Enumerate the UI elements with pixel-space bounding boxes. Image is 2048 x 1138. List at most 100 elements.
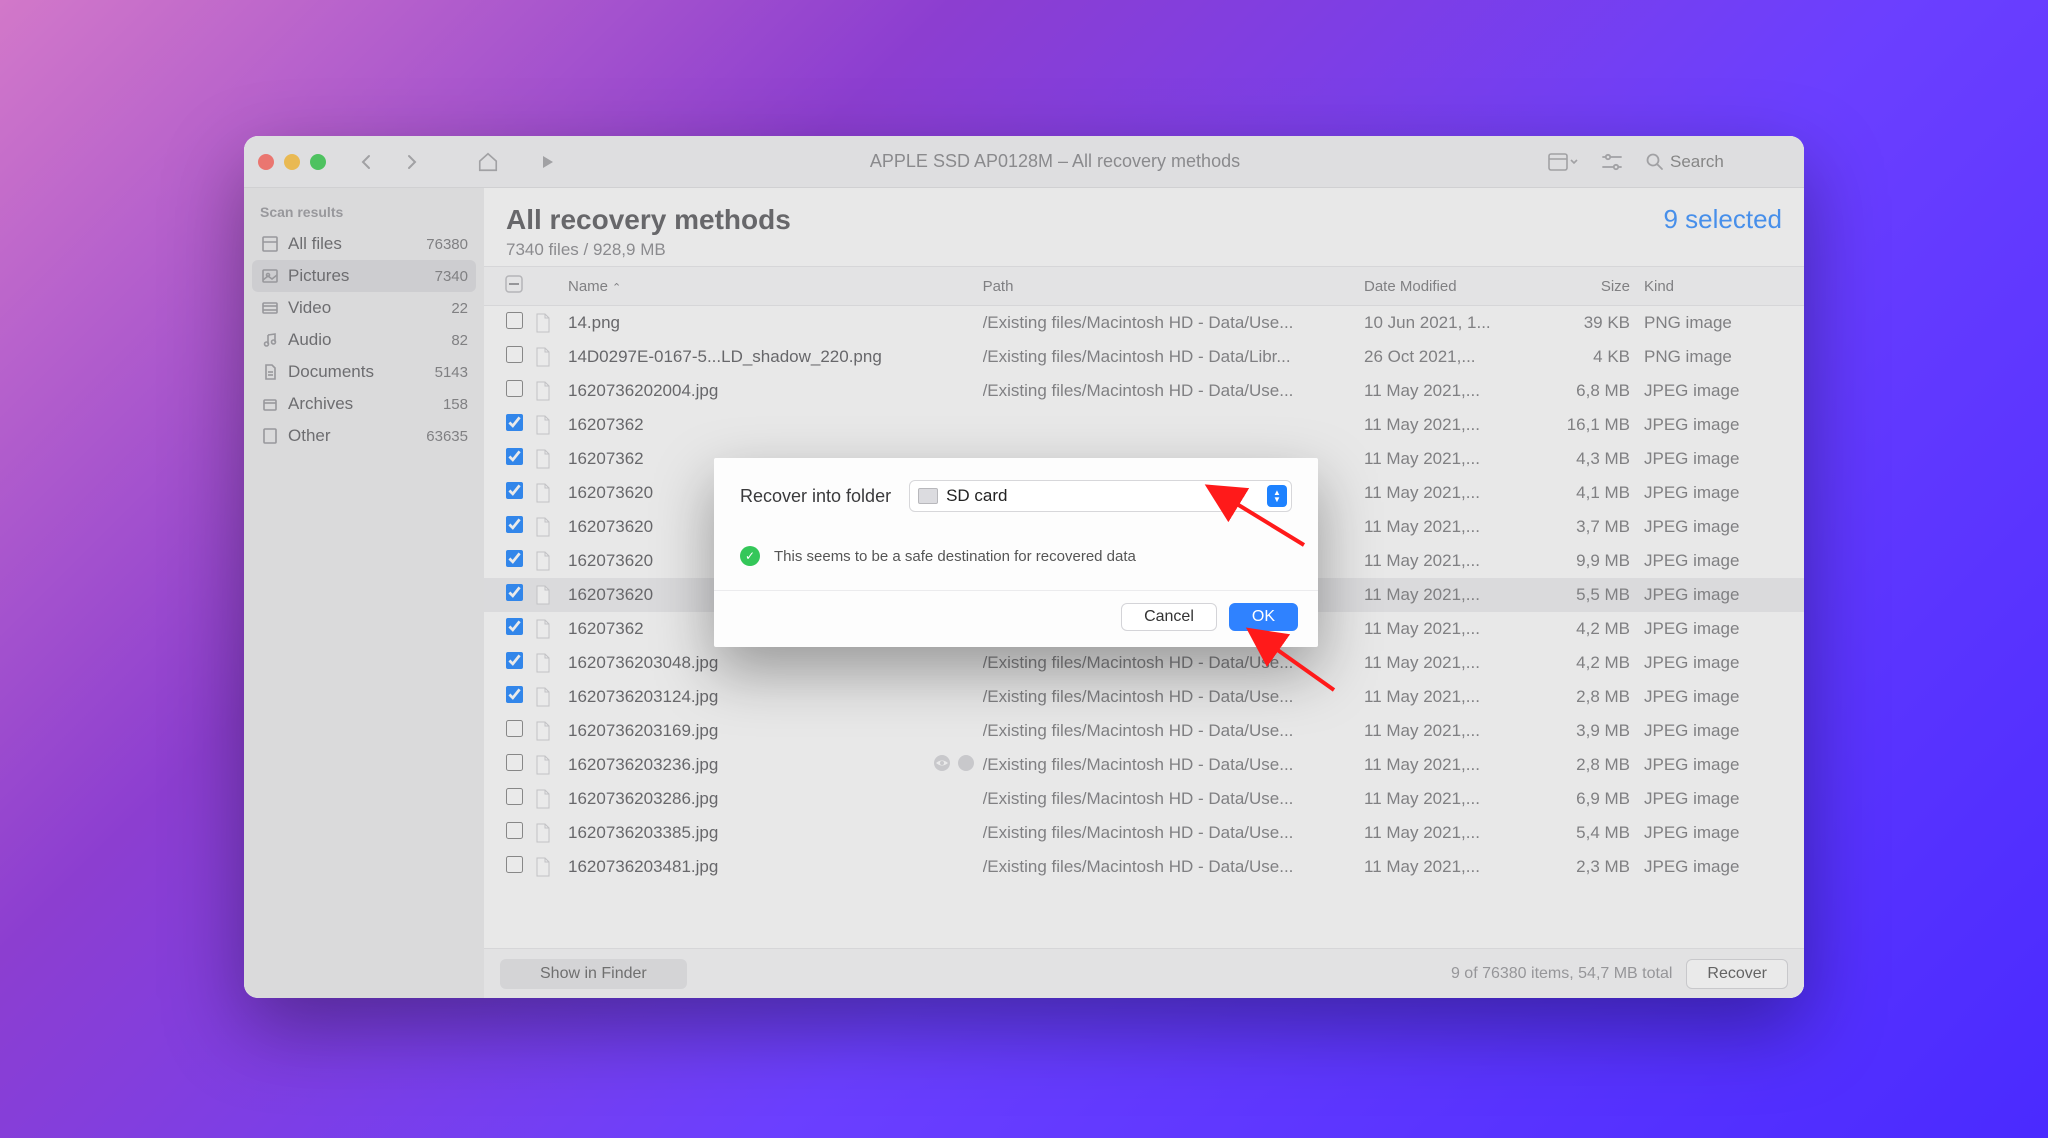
row-checkbox[interactable] <box>506 380 523 397</box>
ok-button[interactable]: OK <box>1229 603 1298 631</box>
search-field[interactable] <box>1646 152 1790 172</box>
file-size: 16,1 MB <box>1534 415 1644 435</box>
file-path: /Existing files/Macintosh HD - Data/Use.… <box>983 789 1364 809</box>
settings-icon[interactable] <box>1596 146 1628 178</box>
other-icon <box>260 426 280 446</box>
table-row[interactable]: 14.png /Existing files/Macintosh HD - Da… <box>484 306 1804 340</box>
info-icon[interactable] <box>957 754 975 777</box>
row-checkbox[interactable] <box>506 856 523 873</box>
file-size: 9,9 MB <box>1534 551 1644 571</box>
sidebar-item-label: All files <box>288 234 342 254</box>
row-checkbox[interactable] <box>506 516 523 533</box>
column-size[interactable]: Size <box>1534 278 1644 295</box>
file-icon <box>534 347 564 367</box>
select-all-checkbox[interactable] <box>494 275 534 297</box>
view-mode-dropdown[interactable] <box>1546 146 1578 178</box>
table-row[interactable]: 1620736203169.jpg /Existing files/Macint… <box>484 714 1804 748</box>
search-input[interactable] <box>1670 152 1790 172</box>
home-icon[interactable] <box>472 146 504 178</box>
file-kind: JPEG image <box>1644 415 1794 435</box>
table-row[interactable]: 14D0297E-0167-5...LD_shadow_220.png /Exi… <box>484 340 1804 374</box>
destination-value: SD card <box>946 486 1007 506</box>
sidebar-item-label: Pictures <box>288 266 349 286</box>
sidebar-item-audio[interactable]: Audio 82 <box>252 324 476 356</box>
file-date: 11 May 2021,... <box>1364 721 1534 741</box>
column-kind[interactable]: Kind <box>1644 278 1794 295</box>
file-size: 3,9 MB <box>1534 721 1644 741</box>
row-checkbox[interactable] <box>506 584 523 601</box>
back-button[interactable] <box>350 146 382 178</box>
file-kind: JPEG image <box>1644 653 1794 673</box>
sidebar-item-count: 82 <box>451 332 468 349</box>
row-checkbox[interactable] <box>506 720 523 737</box>
show-in-finder-button[interactable]: Show in Finder <box>500 959 687 989</box>
file-path: /Existing files/Macintosh HD - Data/Libr… <box>983 347 1364 367</box>
column-path[interactable]: Path <box>983 278 1364 295</box>
sidebar-item-other[interactable]: Other 63635 <box>252 420 476 452</box>
row-checkbox[interactable] <box>506 482 523 499</box>
sidebar-item-count: 7340 <box>435 268 468 285</box>
file-kind: JPEG image <box>1644 449 1794 469</box>
file-icon <box>534 585 564 605</box>
selected-count[interactable]: 9 selected <box>1663 204 1782 235</box>
row-checkbox[interactable] <box>506 686 523 703</box>
minimize-window-icon[interactable] <box>284 154 300 170</box>
row-checkbox[interactable] <box>506 788 523 805</box>
sidebar-item-archives[interactable]: Archives 158 <box>252 388 476 420</box>
table-row[interactable]: 1620736202004.jpg /Existing files/Macint… <box>484 374 1804 408</box>
cancel-button[interactable]: Cancel <box>1121 603 1217 631</box>
preview-icon[interactable] <box>933 754 951 777</box>
file-date: 11 May 2021,... <box>1364 381 1534 401</box>
table-row[interactable]: 1620736203236.jpg /Existing files/Macint… <box>484 748 1804 782</box>
file-icon <box>534 517 564 537</box>
file-kind: JPEG image <box>1644 381 1794 401</box>
file-icon <box>534 449 564 469</box>
files-icon <box>260 234 280 254</box>
column-name[interactable]: Name⌃ <box>564 278 983 295</box>
file-kind: JPEG image <box>1644 823 1794 843</box>
sidebar-item-video[interactable]: Video 22 <box>252 292 476 324</box>
file-date: 10 Jun 2021, 1... <box>1364 313 1534 333</box>
close-window-icon[interactable] <box>258 154 274 170</box>
sidebar-item-label: Audio <box>288 330 331 350</box>
file-kind: JPEG image <box>1644 721 1794 741</box>
row-checkbox[interactable] <box>506 822 523 839</box>
table-row[interactable]: 1620736203385.jpg /Existing files/Macint… <box>484 816 1804 850</box>
file-date: 26 Oct 2021,... <box>1364 347 1534 367</box>
file-date: 11 May 2021,... <box>1364 517 1534 537</box>
file-icon <box>534 823 564 843</box>
file-date: 11 May 2021,... <box>1364 619 1534 639</box>
column-date[interactable]: Date Modified <box>1364 278 1534 295</box>
forward-button[interactable] <box>396 146 428 178</box>
row-checkbox[interactable] <box>506 550 523 567</box>
table-row[interactable]: 1620736203481.jpg /Existing files/Macint… <box>484 850 1804 884</box>
table-row[interactable]: 16207362 11 May 2021,... 16,1 MB JPEG im… <box>484 408 1804 442</box>
page-title: All recovery methods <box>506 204 791 236</box>
sidebar-item-all-files[interactable]: All files 76380 <box>252 228 476 260</box>
row-checkbox[interactable] <box>506 312 523 329</box>
search-icon <box>1646 153 1664 171</box>
sidebar-item-documents[interactable]: Documents 5143 <box>252 356 476 388</box>
file-size: 4,3 MB <box>1534 449 1644 469</box>
sidebar-item-pictures[interactable]: Pictures 7340 <box>252 260 476 292</box>
file-size: 2,8 MB <box>1534 755 1644 775</box>
row-checkbox[interactable] <box>506 346 523 363</box>
row-checkbox[interactable] <box>506 652 523 669</box>
file-kind: JPEG image <box>1644 585 1794 605</box>
recover-button[interactable]: Recover <box>1686 959 1788 989</box>
fullscreen-window-icon[interactable] <box>310 154 326 170</box>
row-checkbox[interactable] <box>506 618 523 635</box>
sidebar-item-count: 5143 <box>435 364 468 381</box>
row-checkbox[interactable] <box>506 414 523 431</box>
table-row[interactable]: 1620736203048.jpg /Existing files/Macint… <box>484 646 1804 680</box>
row-checkbox[interactable] <box>506 754 523 771</box>
file-date: 11 May 2021,... <box>1364 789 1534 809</box>
table-row[interactable]: 1620736203124.jpg /Existing files/Macint… <box>484 680 1804 714</box>
table-row[interactable]: 1620736203286.jpg /Existing files/Macint… <box>484 782 1804 816</box>
file-name: 1620736203124.jpg <box>564 687 983 707</box>
file-icon <box>534 755 564 775</box>
video-icon <box>260 298 280 318</box>
sidebar-item-count: 158 <box>443 396 468 413</box>
row-checkbox[interactable] <box>506 448 523 465</box>
play-icon[interactable] <box>532 146 564 178</box>
